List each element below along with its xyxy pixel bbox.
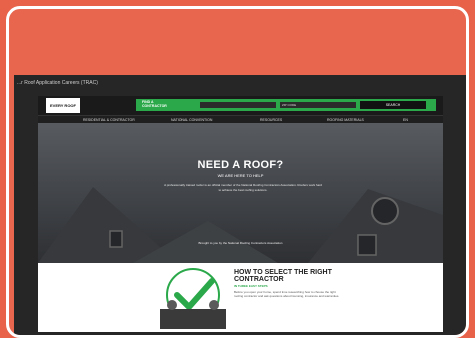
zip-input[interactable]: ZIP CODE [280, 102, 356, 108]
site-logo[interactable]: EVERY ROOF [46, 98, 80, 113]
top-bar: EVERY ROOF FIND A CONTRACTOR ZIP CODE SE… [38, 96, 443, 115]
section-title: HOW TO SELECT THE RIGHT CONTRACTOR [234, 269, 332, 283]
contractor-illustration [160, 268, 226, 329]
service-select[interactable] [200, 102, 276, 108]
screen-area: ...r Roof Application Careers (TRAC) EVE… [14, 75, 466, 335]
browser-frame: ...r Roof Application Careers (TRAC) EVE… [6, 6, 469, 338]
hero-paragraph: A professionally trained roofer is an of… [164, 183, 322, 192]
select-contractor-section: HOW TO SELECT THE RIGHT CONTRACTOR IN TH… [38, 263, 443, 332]
hero-title: NEED A ROOF? [197, 159, 284, 171]
find-contractor-label: FIND A CONTRACTOR [142, 100, 167, 108]
nav-item-residential[interactable]: RESIDENTIAL & CONTRACTOR [83, 118, 135, 122]
hero-footer: Brought to you by the National Roofing C… [198, 241, 283, 245]
search-button[interactable]: SEARCH [360, 101, 426, 109]
main-nav: RESIDENTIAL & CONTRACTOR NATIONAL CONVEN… [38, 115, 443, 123]
breadcrumb: ...r Roof Application Careers (TRAC) [17, 80, 98, 86]
hero-banner: NEED A ROOF? WE ARE HERE TO HELP A profe… [38, 123, 443, 263]
nav-item-resources[interactable]: RESOURCES [260, 118, 282, 122]
hero-subtitle: WE ARE HERE TO HELP [217, 173, 264, 178]
nav-item-roofing-materials[interactable]: ROOFING MATERIALS [327, 118, 364, 122]
nav-item-language[interactable]: EN [403, 118, 408, 122]
nav-item-national-convention[interactable]: NATIONAL CONVENTION [171, 118, 212, 122]
website: EVERY ROOF FIND A CONTRACTOR ZIP CODE SE… [38, 96, 443, 332]
section-subtitle: IN THREE EASY STEPS [234, 284, 268, 288]
section-paragraph: Before you open your home, spend time re… [234, 290, 340, 299]
